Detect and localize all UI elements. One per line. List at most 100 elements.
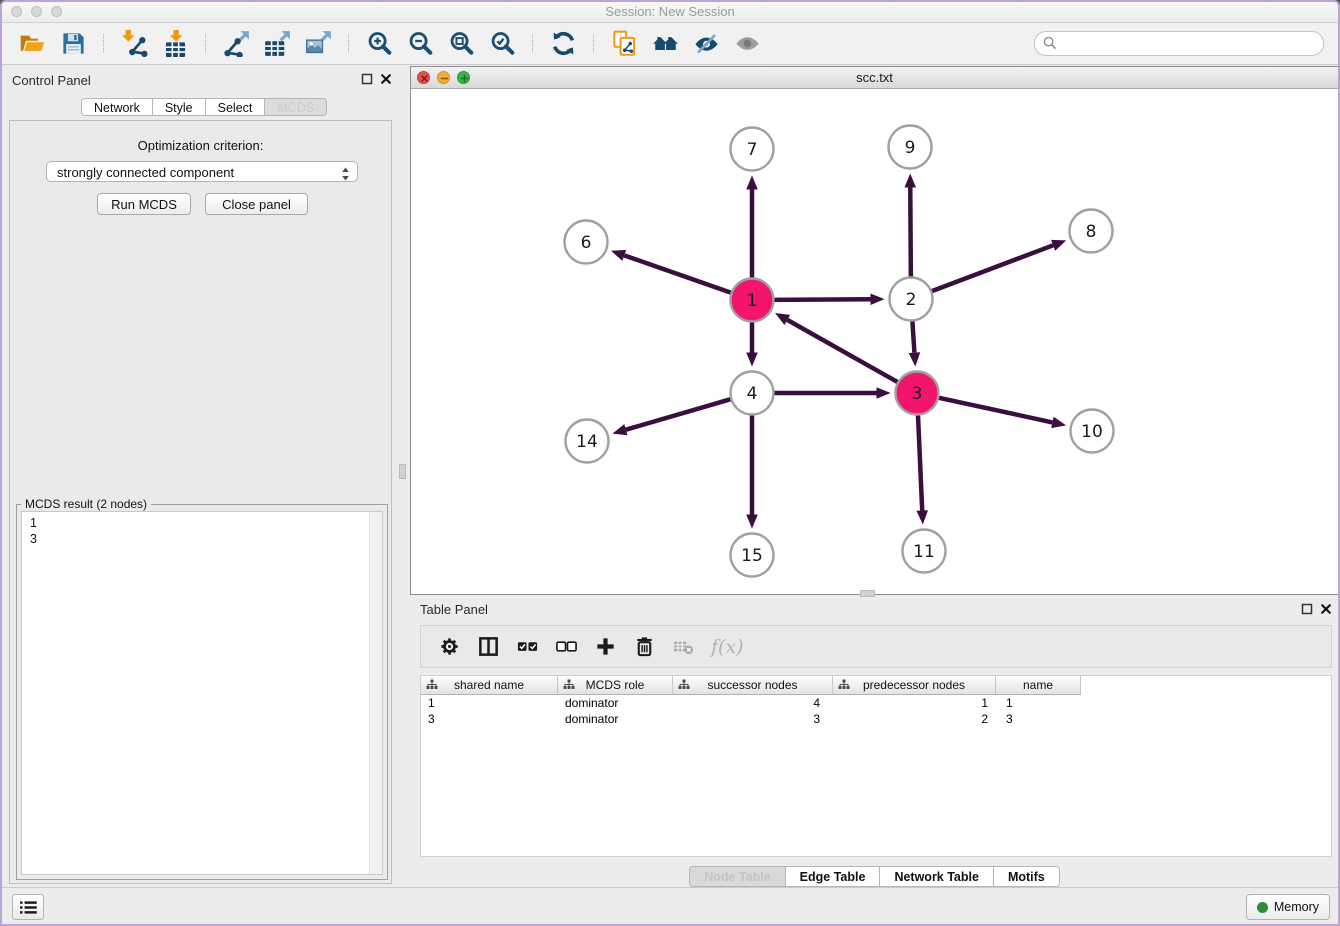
graph-edge-4-15[interactable] xyxy=(746,413,758,529)
graph-edge-3-1[interactable] xyxy=(775,313,900,383)
graph-node-15[interactable]: 15 xyxy=(731,534,774,577)
export-table-icon[interactable] xyxy=(264,30,291,57)
graph-edge-1-6[interactable] xyxy=(611,250,734,294)
graph-node-14[interactable]: 14 xyxy=(566,420,609,463)
deselect-all-icon[interactable] xyxy=(555,635,578,658)
network-canvas[interactable]: 7 9 6 8 1 2 4 3 14 10 15 11 xyxy=(411,88,1338,594)
search-box xyxy=(1034,31,1324,56)
save-icon[interactable] xyxy=(60,30,87,57)
memory-button[interactable]: Memory xyxy=(1246,894,1330,920)
graph-node-3[interactable]: 3 xyxy=(896,372,939,415)
graph-edge-3-10[interactable] xyxy=(936,397,1066,428)
column-header-name[interactable]: name xyxy=(996,676,1081,695)
toolbar-icons xyxy=(12,30,768,57)
table-cell[interactable]: 1 xyxy=(421,695,558,711)
table-row[interactable]: 3dominator323 xyxy=(421,711,1331,727)
import-network-icon[interactable] xyxy=(121,30,148,57)
graph-node-10[interactable]: 10 xyxy=(1071,410,1114,453)
main-toolbar xyxy=(2,23,1338,65)
window-title: Session: New Session xyxy=(2,2,1338,22)
table-cell[interactable]: 3 xyxy=(421,711,558,727)
graph-edge-1-2[interactable] xyxy=(771,293,884,305)
graph-node-11[interactable]: 11 xyxy=(903,530,946,573)
graph-edge-1-4[interactable] xyxy=(746,320,758,367)
tab-node-table[interactable]: Node Table xyxy=(689,866,785,887)
split-columns-icon[interactable] xyxy=(477,635,500,658)
task-list-button[interactable] xyxy=(12,894,44,920)
table-cell[interactable]: 1 xyxy=(996,695,1081,711)
optimization-criterion-select[interactable]: strongly connected component xyxy=(46,161,358,182)
open-icon[interactable] xyxy=(19,30,46,57)
graph-edge-2-9[interactable] xyxy=(904,173,916,279)
svg-text:7: 7 xyxy=(747,140,758,160)
tab-style[interactable]: Style xyxy=(153,98,206,116)
graph-edge-2-8[interactable] xyxy=(929,240,1066,292)
table-cell[interactable]: 3 xyxy=(996,711,1081,727)
hide-details-icon[interactable] xyxy=(693,30,720,57)
tab-network-table[interactable]: Network Table xyxy=(880,866,994,887)
table-cell[interactable]: 2 xyxy=(833,711,996,727)
mcds-result-groupbox: MCDS result (2 nodes) 13 xyxy=(16,504,388,880)
graph-edge-1-7[interactable] xyxy=(746,176,758,281)
column-header-successor-nodes[interactable]: successor nodes xyxy=(673,676,833,695)
graph-edge-4-3[interactable] xyxy=(772,387,891,399)
zoom-selected-icon[interactable] xyxy=(489,30,516,57)
tab-select[interactable]: Select xyxy=(206,98,266,116)
table-cell[interactable]: 3 xyxy=(673,711,833,727)
toolbar-separator xyxy=(348,34,350,53)
column-header-predecessor-nodes[interactable]: predecessor nodes xyxy=(833,676,996,695)
tab-motifs[interactable]: Motifs xyxy=(994,866,1060,887)
run-mcds-button[interactable]: Run MCDS xyxy=(97,193,191,215)
window-titlebar: Session: New Session xyxy=(2,2,1338,23)
tab-edge-table[interactable]: Edge Table xyxy=(786,866,881,887)
zoom-in-icon[interactable] xyxy=(366,30,393,57)
table-cell[interactable]: 4 xyxy=(673,695,833,711)
zoom-fit-icon[interactable] xyxy=(448,30,475,57)
graph-node-6[interactable]: 6 xyxy=(565,221,608,264)
graph-node-9[interactable]: 9 xyxy=(889,126,932,169)
graph-node-8[interactable]: 8 xyxy=(1070,210,1113,253)
result-scrollbar[interactable] xyxy=(369,512,382,874)
tab-network[interactable]: Network xyxy=(81,98,153,116)
vertical-splitter-handle[interactable] xyxy=(399,464,406,479)
svg-text:11: 11 xyxy=(913,542,935,562)
mcds-panel: Optimization criterion: strongly connect… xyxy=(9,120,392,884)
select-all-icon[interactable] xyxy=(516,635,539,658)
control-panel-tabs: NetworkStyleSelectMCDS xyxy=(81,98,327,116)
table-cell[interactable]: dominator xyxy=(558,711,673,727)
clone-network-icon[interactable] xyxy=(611,30,638,57)
export-network-icon[interactable] xyxy=(223,30,250,57)
search-input[interactable] xyxy=(1061,33,1315,54)
table-cell[interactable]: dominator xyxy=(558,695,673,711)
refresh-icon[interactable] xyxy=(550,30,577,57)
graph-edge-4-14[interactable] xyxy=(612,398,733,435)
graph-node-1[interactable]: 1 xyxy=(731,279,774,322)
column-header-shared-name[interactable]: shared name xyxy=(421,676,558,695)
close-table-panel-icon[interactable] xyxy=(1320,603,1333,616)
add-row-icon[interactable] xyxy=(594,635,617,658)
delete-row-icon[interactable] xyxy=(633,635,656,658)
graph-node-4[interactable]: 4 xyxy=(731,372,774,415)
graph-edge-3-11[interactable] xyxy=(916,412,928,524)
close-panel-button[interactable]: Close panel xyxy=(205,193,308,215)
float-panel-icon[interactable] xyxy=(361,73,374,86)
graph-node-2[interactable]: 2 xyxy=(890,278,933,321)
export-image-icon[interactable] xyxy=(305,30,332,57)
graph-edge-2-3[interactable] xyxy=(909,318,921,366)
zoom-out-icon[interactable] xyxy=(407,30,434,57)
graph-node-7[interactable]: 7 xyxy=(731,128,774,171)
close-panel-icon[interactable] xyxy=(380,73,393,86)
tab-mcds[interactable]: MCDS xyxy=(265,98,327,116)
memory-status-icon xyxy=(1257,902,1268,913)
settings-icon[interactable] xyxy=(438,635,461,658)
mcds-result-area[interactable]: 13 xyxy=(21,511,383,875)
svg-text:3: 3 xyxy=(912,384,923,404)
table-panel: Table Panel f(x) shared nameMCDS rolesuc… xyxy=(410,596,1339,890)
table-row[interactable]: 1dominator411 xyxy=(421,695,1331,711)
import-table-icon[interactable] xyxy=(162,30,189,57)
column-header-MCDS-role[interactable]: MCDS role xyxy=(558,676,673,695)
network-view-title: scc.txt xyxy=(411,67,1338,88)
float-table-panel-icon[interactable] xyxy=(1301,603,1314,616)
table-cell[interactable]: 1 xyxy=(833,695,996,711)
home-icon[interactable] xyxy=(652,30,679,57)
